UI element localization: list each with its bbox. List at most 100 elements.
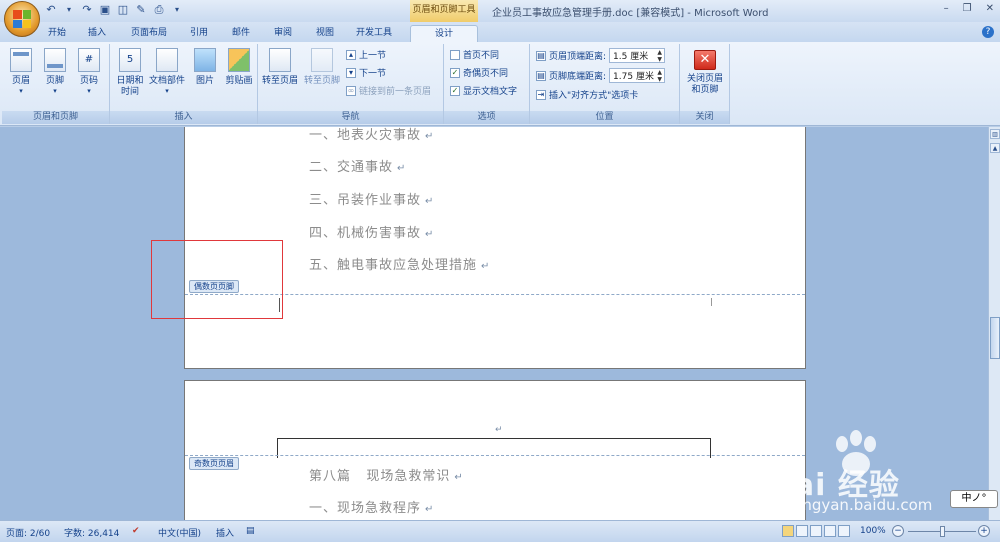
document-parts-button-label: 文档部件: [148, 76, 185, 86]
doc-line: 二、交通事故 ↵: [309, 160, 407, 175]
tab-mailings[interactable]: 邮件: [226, 25, 256, 42]
close-header-footer-button[interactable]: ✕ 关闭页眉 和页脚: [684, 50, 726, 96]
goto-footer-icon: [311, 48, 333, 72]
tab-insert[interactable]: 插入: [82, 25, 112, 42]
spinner-arrows-icon[interactable]: ▲ ▼: [657, 49, 662, 63]
zoom-out-icon[interactable]: −: [892, 525, 904, 537]
previous-section-button[interactable]: ▴ 上一节: [346, 48, 386, 61]
goto-footer-button[interactable]: 转至页脚: [302, 48, 342, 87]
print-layout-view-button[interactable]: [782, 525, 794, 537]
customize-qat-icon[interactable]: ▾: [170, 3, 184, 17]
scrollbar-thumb[interactable]: [990, 317, 1000, 359]
goto-header-button[interactable]: 转至页眉: [260, 48, 300, 87]
doc-line: 一、现场急救程序 ↵: [309, 501, 435, 516]
help-icon[interactable]: ?: [982, 26, 994, 38]
link-to-previous-label: 链接到前一条页眉: [359, 87, 432, 97]
draft-view-button[interactable]: [838, 525, 850, 537]
goto-header-icon: [269, 48, 291, 72]
clip-art-button-label: 剪贴画: [225, 76, 253, 86]
zoom-slider-thumb[interactable]: [940, 526, 945, 537]
group-label-navigation: 导航: [258, 111, 443, 124]
header-top-distance: ▤ 页眉顶端距离: 1.5 厘米 ▲ ▼: [536, 48, 666, 63]
macro-record-icon[interactable]: ▤: [246, 526, 255, 536]
doc-line: 五、触电事故应急处理措施 ↵: [309, 258, 491, 273]
document-parts-dropdown-icon: ▾: [165, 87, 169, 95]
group-position: ▤ 页眉顶端距离: 1.5 厘米 ▲ ▼ ▤ 页脚底端距离: 1.75 厘米 ▲ ▼…: [530, 44, 680, 124]
footer-position-icon: ▤: [536, 70, 546, 81]
restore-icon[interactable]: ❐: [963, 3, 972, 14]
footer-bottom-spinner[interactable]: 1.75 厘米 ▲ ▼: [609, 68, 666, 83]
print-icon[interactable]: ⎙: [152, 3, 166, 17]
doc-line: 一、地表火灾事故 ↵: [309, 128, 435, 143]
odd-page-header-tag: 奇数页页眉: [189, 457, 239, 470]
group-navigation: 转至页眉 转至页脚 ▴ 上一节 ▾ 下一节 ∞ 链接到前一条页眉 导航: [258, 44, 444, 124]
status-bar: 页面: 2/60 字数: 26,414 ✔ 中文(中国) 插入 ▤ 100% −…: [0, 520, 1000, 542]
group-label-position: 位置: [530, 111, 679, 124]
full-screen-reading-view-button[interactable]: [796, 525, 808, 537]
group-options: 首页不同 ✓ 奇偶页不同 ✓ 显示文档文字 选项: [444, 44, 530, 124]
option-first-page-different[interactable]: 首页不同: [450, 48, 499, 61]
footer-button[interactable]: 页脚 ▾: [38, 48, 72, 95]
proofing-icon[interactable]: ✔: [132, 526, 140, 536]
group-label-options: 选项: [444, 111, 529, 124]
group-close: ✕ 关闭页眉 和页脚 关闭: [680, 44, 730, 124]
language-indicator[interactable]: 中文(中国): [158, 526, 201, 539]
vertical-scrollbar[interactable]: ▥ ▲: [988, 127, 1000, 520]
save-icon[interactable]: ▣: [98, 3, 112, 17]
next-section-button[interactable]: ▾ 下一节: [346, 66, 386, 79]
group-header-footer: 页眉 ▾ 页脚 ▾ # 页码 ▾ 页眉和页脚: [2, 44, 110, 124]
redo-icon[interactable]: ↷: [80, 3, 94, 17]
page-odd[interactable]: ↵ 奇数页页眉 第八篇 现场急救常识 ↵ 一、现场急救程序 ↵: [184, 380, 806, 520]
scroll-up-icon[interactable]: ▲: [990, 143, 1000, 153]
show-text-checkbox[interactable]: ✓: [450, 85, 460, 96]
next-section-icon: ▾: [346, 67, 356, 78]
office-button[interactable]: [4, 1, 40, 37]
ime-indicator[interactable]: 中ノ°: [950, 490, 998, 508]
word-count[interactable]: 字数: 26,414: [64, 526, 119, 539]
spelling-icon[interactable]: ✎: [134, 3, 148, 17]
baidu-watermark: Bai 经验 jingyan.baidu.com: [760, 430, 960, 515]
header-icon: [10, 48, 32, 72]
page-indicator[interactable]: 页面: 2/60: [6, 526, 50, 539]
link-to-previous-button[interactable]: ∞ 链接到前一条页眉: [346, 84, 431, 97]
footer-bottom-label: 页脚底端距离:: [549, 72, 607, 82]
footer-dropdown-icon: ▾: [53, 87, 57, 95]
insert-alignment-tab-button[interactable]: ⇥ 插入"对齐方式"选项卡: [536, 88, 638, 101]
zoom-in-icon[interactable]: +: [978, 525, 990, 537]
insert-mode-indicator[interactable]: 插入: [216, 526, 234, 539]
tab-home[interactable]: 开始: [42, 25, 72, 42]
doc-line: 三、吊装作业事故 ↵: [309, 193, 435, 208]
zoom-level[interactable]: 100%: [860, 526, 886, 536]
tab-review[interactable]: 审阅: [268, 25, 298, 42]
tab-developer[interactable]: 开发工具: [350, 25, 398, 42]
odd-even-checkbox[interactable]: ✓: [450, 67, 460, 78]
print-preview-icon[interactable]: ◫: [116, 3, 130, 17]
tab-page-layout[interactable]: 页面布局: [126, 25, 172, 42]
outline-view-button[interactable]: [824, 525, 836, 537]
close-window-icon[interactable]: ✕: [986, 3, 994, 14]
tab-design[interactable]: 设计: [410, 25, 478, 42]
tab-references[interactable]: 引用: [184, 25, 214, 42]
undo-icon[interactable]: ↶: [44, 3, 58, 17]
date-time-button-label: 日期和 时间: [116, 76, 144, 97]
minimize-icon[interactable]: –: [944, 3, 949, 14]
option-show-document-text[interactable]: ✓ 显示文档文字: [450, 84, 517, 97]
undo-dropdown-icon[interactable]: ▾: [62, 3, 76, 17]
clip-art-button[interactable]: 剪贴画: [222, 48, 256, 87]
picture-button[interactable]: 图片: [188, 48, 222, 87]
title-bar: ↶ ▾ ↷ ▣ ◫ ✎ ⎙ ▾ 页眉和页脚工具 企业员工事故应急管理手册.doc…: [0, 0, 1000, 37]
first-page-checkbox[interactable]: [450, 49, 460, 60]
header-button[interactable]: 页眉 ▾: [4, 48, 38, 95]
ruler-toggle-icon[interactable]: ▥: [990, 129, 1000, 139]
highlight-annotation-box: [151, 240, 283, 319]
header-top-spinner[interactable]: 1.5 厘米 ▲ ▼: [609, 48, 666, 63]
option-odd-even-different[interactable]: ✓ 奇偶页不同: [450, 66, 508, 79]
spinner-arrows-icon[interactable]: ▲ ▼: [657, 69, 662, 83]
date-time-button[interactable]: 5 日期和 时间: [112, 48, 148, 98]
insert-alignment-tab-label: 插入"对齐方式"选项卡: [549, 91, 639, 101]
document-parts-button[interactable]: 文档部件 ▾: [148, 48, 186, 95]
ribbon: 页眉 ▾ 页脚 ▾ # 页码 ▾ 页眉和页脚 5 日期和 时间 文档部件 ▾ 图…: [0, 42, 1000, 126]
tab-view[interactable]: 视图: [310, 25, 340, 42]
web-layout-view-button[interactable]: [810, 525, 822, 537]
page-number-button[interactable]: # 页码 ▾: [72, 48, 106, 95]
